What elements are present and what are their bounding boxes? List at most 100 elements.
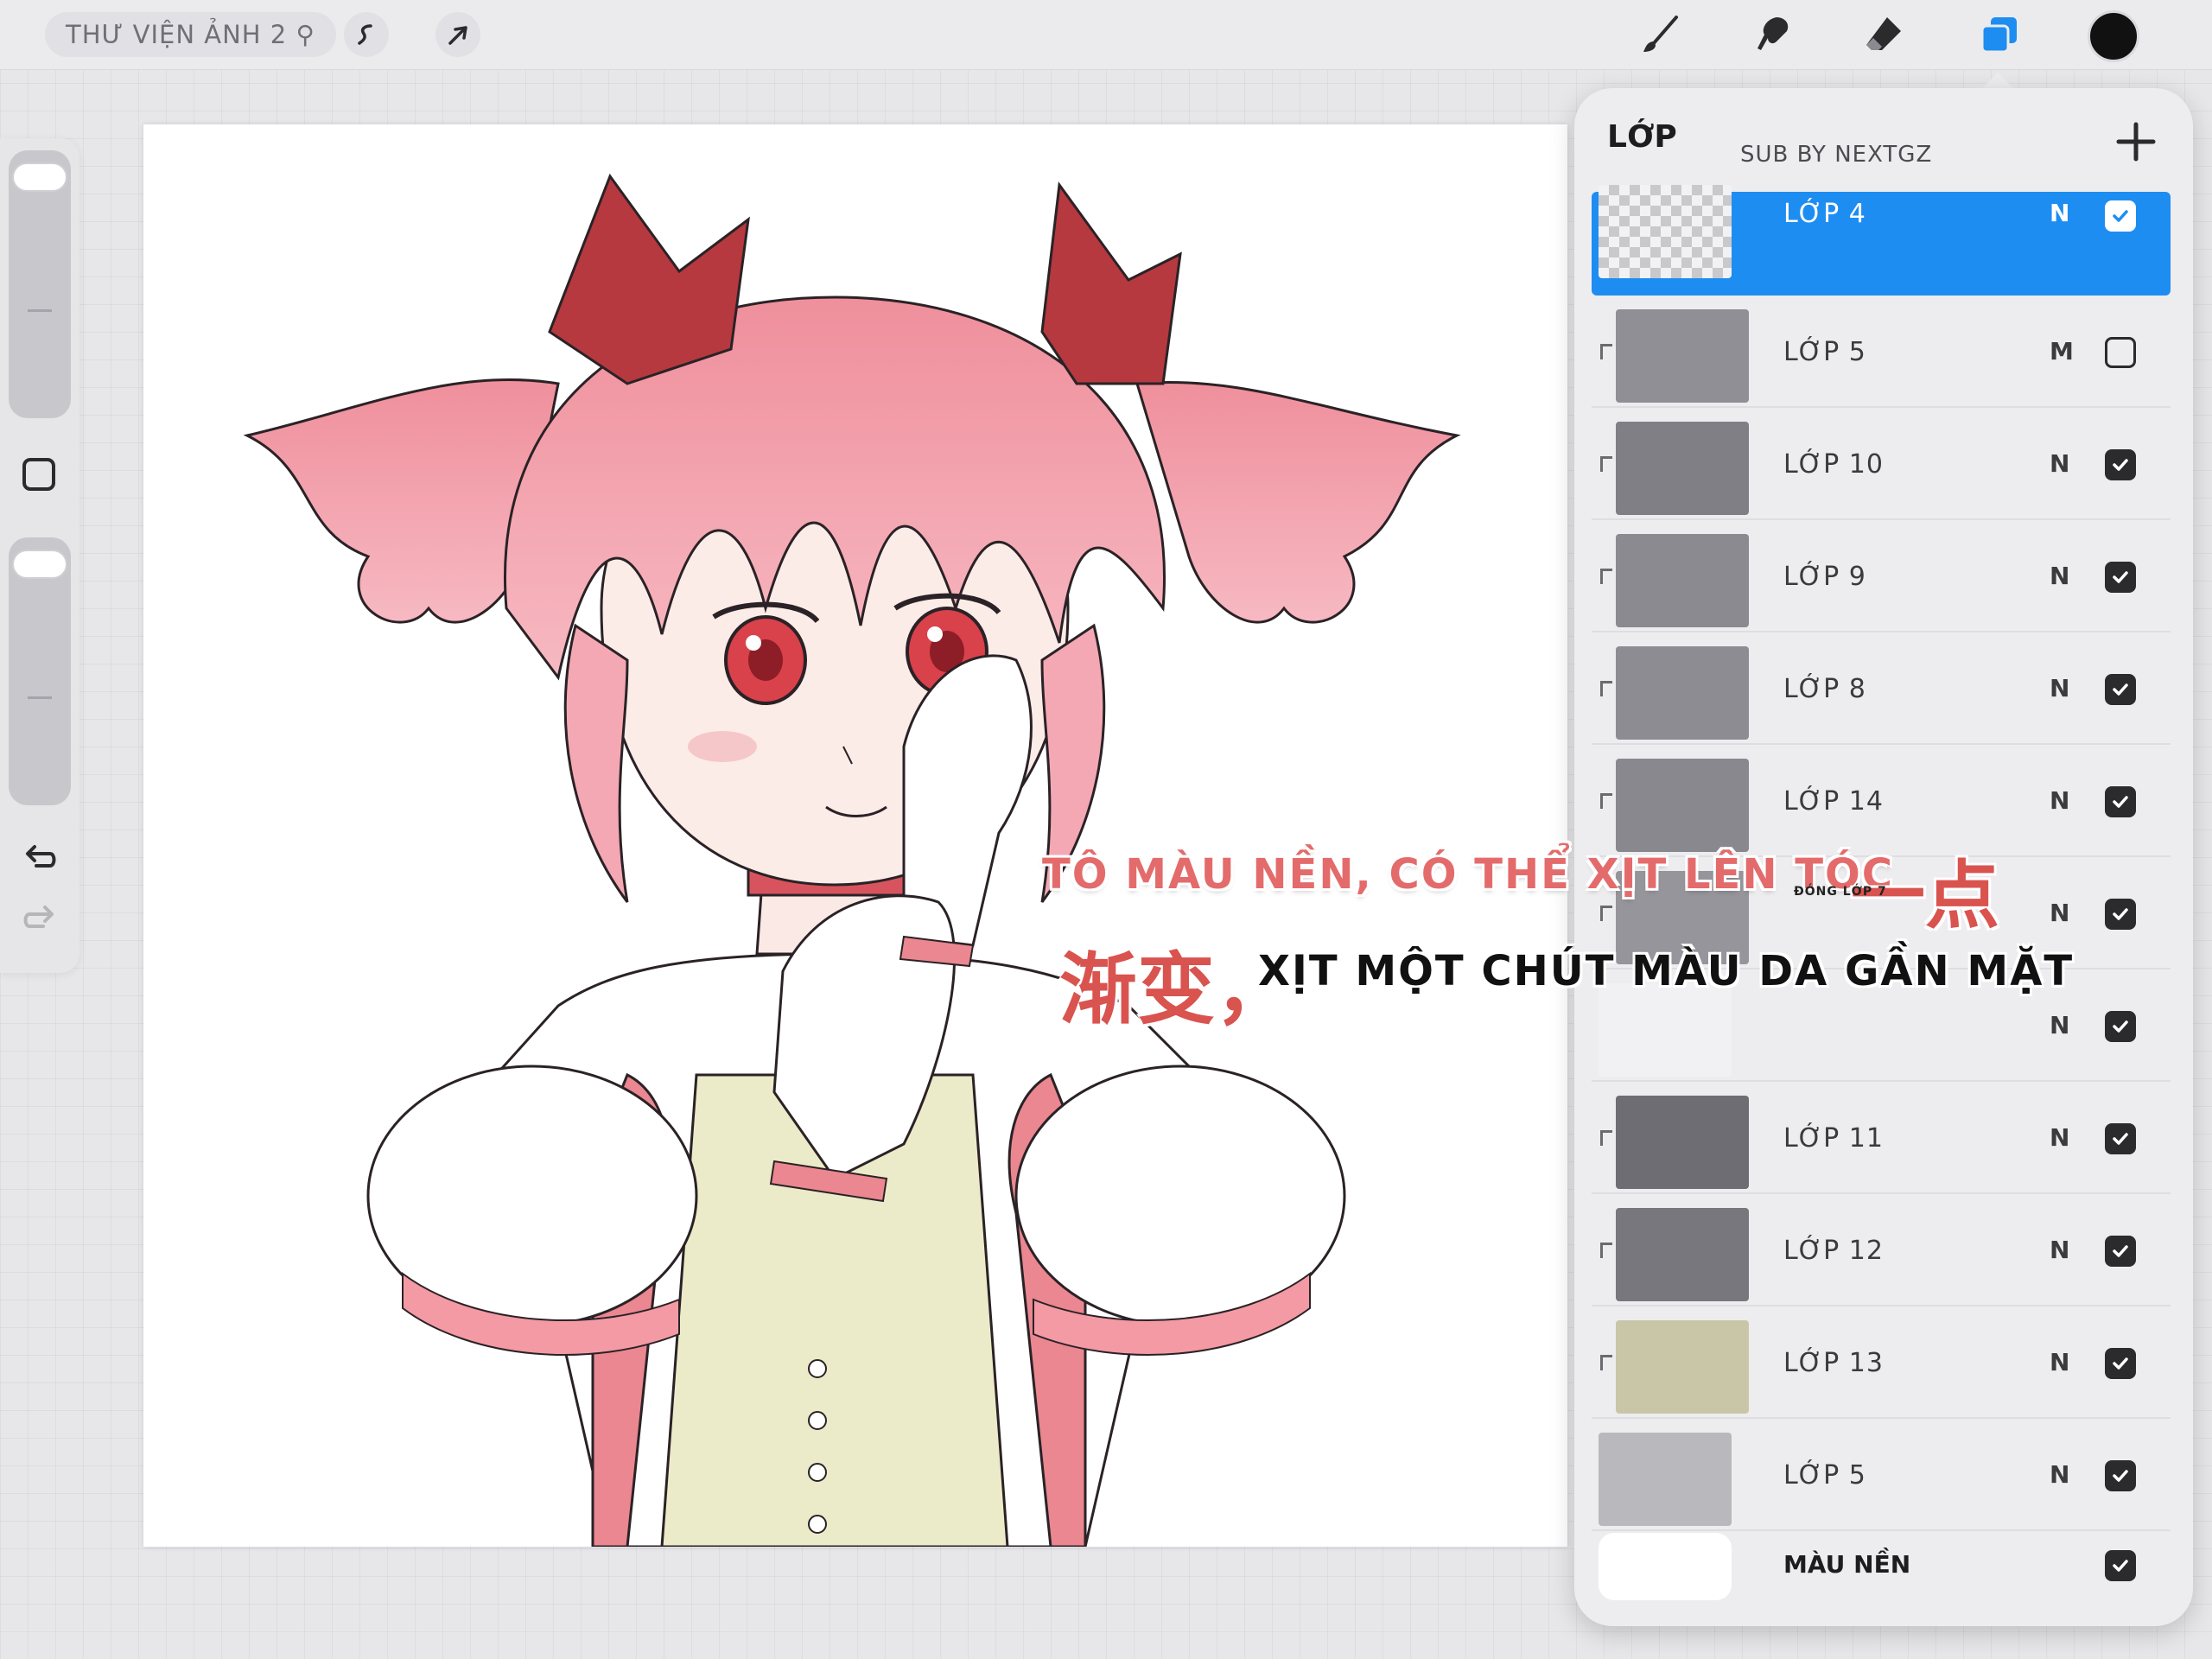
layer-visibility-checkbox[interactable] <box>2105 1348 2136 1379</box>
top-toolbar: THƯ VIỆN ẢNH 2 ⚲ <box>0 0 2212 70</box>
blend-mode-button[interactable]: N <box>2050 1123 2069 1152</box>
redo-icon[interactable] <box>21 900 59 938</box>
blend-mode-button[interactable]: N <box>2050 674 2069 702</box>
layer-thumbnail[interactable] <box>1616 1096 1749 1189</box>
layer-thumbnail[interactable] <box>1616 646 1749 740</box>
layer-name[interactable]: LỚP 8 <box>1783 674 1866 704</box>
blend-mode-button[interactable]: N <box>2050 1011 2069 1039</box>
background-color-layer[interactable]: MÀU NỀN <box>1592 1524 2171 1607</box>
drawing-canvas[interactable] <box>143 124 1567 1547</box>
checkmark-icon <box>2113 908 2128 920</box>
layer-thumbnail[interactable] <box>1616 534 1749 627</box>
magic-wand-icon <box>358 24 372 45</box>
layer-visibility-checkbox[interactable] <box>2105 200 2136 232</box>
clipping-mask-icon <box>1600 793 1612 809</box>
layer-visibility-checkbox[interactable] <box>2105 899 2136 930</box>
smudge-icon <box>1758 17 1789 50</box>
layer-visibility-checkbox[interactable] <box>2105 1123 2136 1154</box>
blend-mode-button[interactable]: N <box>2050 899 2069 927</box>
checkmark-icon <box>2113 1020 2128 1033</box>
layer-visibility-checkbox[interactable] <box>2105 786 2136 817</box>
layer-row[interactable]: LỚP 13 N <box>1592 1315 2171 1419</box>
layer-thumbnail[interactable] <box>1616 309 1749 403</box>
eraser-button[interactable] <box>1859 10 1908 59</box>
layer-row[interactable]: LỚP 5 N <box>1592 1427 2171 1531</box>
clipping-mask-icon <box>1600 906 1612 921</box>
subtitle-line-2: XỊT MỘT CHÚT MÀU DA GẦN MẶT <box>1258 947 2075 995</box>
brush-icon <box>1643 16 1678 52</box>
checkmark-icon <box>2113 1245 2128 1257</box>
gallery-button[interactable]: THƯ VIỆN ẢNH 2 ⚲ <box>45 12 336 57</box>
color-picker-swatch[interactable] <box>2088 10 2139 62</box>
layer-name[interactable]: LỚP 9 <box>1783 562 1866 592</box>
layer-row[interactable]: LỚP 4 N <box>1592 185 2171 296</box>
layer-thumbnail[interactable] <box>1616 1320 1749 1414</box>
blend-mode-button[interactable]: N <box>2050 1348 2069 1376</box>
brush-button[interactable] <box>1637 10 1685 59</box>
layer-name[interactable]: LỚP 13 <box>1783 1348 1884 1378</box>
layer-name[interactable]: LỚP 10 <box>1783 449 1884 480</box>
blend-mode-button[interactable]: N <box>2050 1236 2069 1264</box>
blend-mode-button[interactable]: N <box>2050 449 2069 478</box>
small-annotation: ĐÓNG LỚP 7 <box>1794 885 1887 899</box>
brush-size-slider[interactable] <box>9 150 71 418</box>
layer-row[interactable]: LỚP 9 N <box>1592 529 2171 632</box>
adjustments-button[interactable] <box>344 12 389 57</box>
layer-name[interactable]: LỚP 11 <box>1783 1123 1884 1154</box>
blend-mode-button[interactable]: N <box>2050 786 2069 815</box>
blend-mode-button[interactable]: N <box>2050 1460 2069 1489</box>
layers-button[interactable] <box>1975 10 2024 59</box>
checkmark-icon <box>2113 1560 2128 1572</box>
layer-thumbnail[interactable] <box>1616 1208 1749 1301</box>
panel-title: LỚP <box>1607 119 1677 155</box>
checkmark-icon <box>2113 571 2128 583</box>
layer-row[interactable]: LỚP 5 M <box>1592 304 2171 408</box>
modify-button[interactable] <box>22 458 55 491</box>
checkmark-icon <box>2113 1470 2128 1482</box>
layer-visibility-checkbox[interactable] <box>2105 674 2136 705</box>
checkmark-icon <box>2113 1357 2128 1370</box>
layer-row[interactable]: LỚP 10 N <box>1592 416 2171 520</box>
undo-icon[interactable] <box>21 840 59 878</box>
layers-icon <box>1980 17 2017 54</box>
layer-thumbnail[interactable] <box>1599 983 1732 1077</box>
layer-visibility-checkbox[interactable] <box>2105 562 2136 593</box>
background-color-thumbnail[interactable] <box>1599 1533 1732 1600</box>
layer-visibility-checkbox[interactable] <box>2105 1236 2136 1267</box>
transform-button[interactable] <box>435 12 480 57</box>
layer-thumbnail[interactable] <box>1599 1433 1732 1526</box>
layer-visibility-checkbox[interactable] <box>2105 1011 2136 1042</box>
blend-mode-button[interactable]: N <box>2050 199 2069 227</box>
blend-mode-button[interactable]: M <box>2050 337 2074 365</box>
opacity-thumb[interactable] <box>12 550 67 579</box>
eraser-icon <box>1866 17 1901 50</box>
layer-thumbnail[interactable] <box>1616 759 1749 852</box>
layer-row[interactable]: LỚP 8 N <box>1592 641 2171 745</box>
layer-name[interactable]: LỚP 12 <box>1783 1236 1884 1266</box>
layer-name[interactable]: LỚP 5 <box>1783 337 1866 367</box>
layer-row[interactable]: LỚP 11 N <box>1592 1090 2171 1194</box>
layer-visibility-checkbox[interactable] <box>2105 449 2136 480</box>
opacity-slider[interactable] <box>9 537 71 805</box>
layer-name[interactable]: LỚP 5 <box>1783 1460 1866 1491</box>
clipping-mask-icon <box>1600 456 1612 472</box>
brush-size-thumb[interactable] <box>12 162 67 192</box>
character-illustration <box>243 173 1461 1547</box>
layer-thumbnail[interactable] <box>1599 185 1732 278</box>
layer-name[interactable]: LỚP 4 <box>1783 199 1866 229</box>
subtitle-line-1: TÔ MÀU NỀN, CÓ THỂ XỊT LÊN TÓC <box>1042 850 1894 899</box>
layer-visibility-checkbox[interactable] <box>2105 1460 2136 1491</box>
layer-name[interactable]: LỚP 14 <box>1783 786 1884 817</box>
smudge-button[interactable] <box>1749 10 1797 59</box>
clipping-mask-icon <box>1600 569 1612 584</box>
clipping-mask-icon <box>1600 1130 1612 1146</box>
layer-row[interactable]: LỚP 12 N <box>1592 1203 2171 1306</box>
checkmark-icon <box>2113 459 2128 471</box>
layer-visibility-checkbox[interactable] <box>2105 337 2136 368</box>
background-visibility-checkbox[interactable] <box>2105 1550 2136 1581</box>
checkmark-icon <box>2113 1133 2128 1145</box>
clipping-mask-icon <box>1600 1355 1612 1370</box>
blend-mode-button[interactable]: N <box>2050 562 2069 590</box>
add-layer-icon[interactable] <box>2110 116 2162 168</box>
layer-thumbnail[interactable] <box>1616 422 1749 515</box>
